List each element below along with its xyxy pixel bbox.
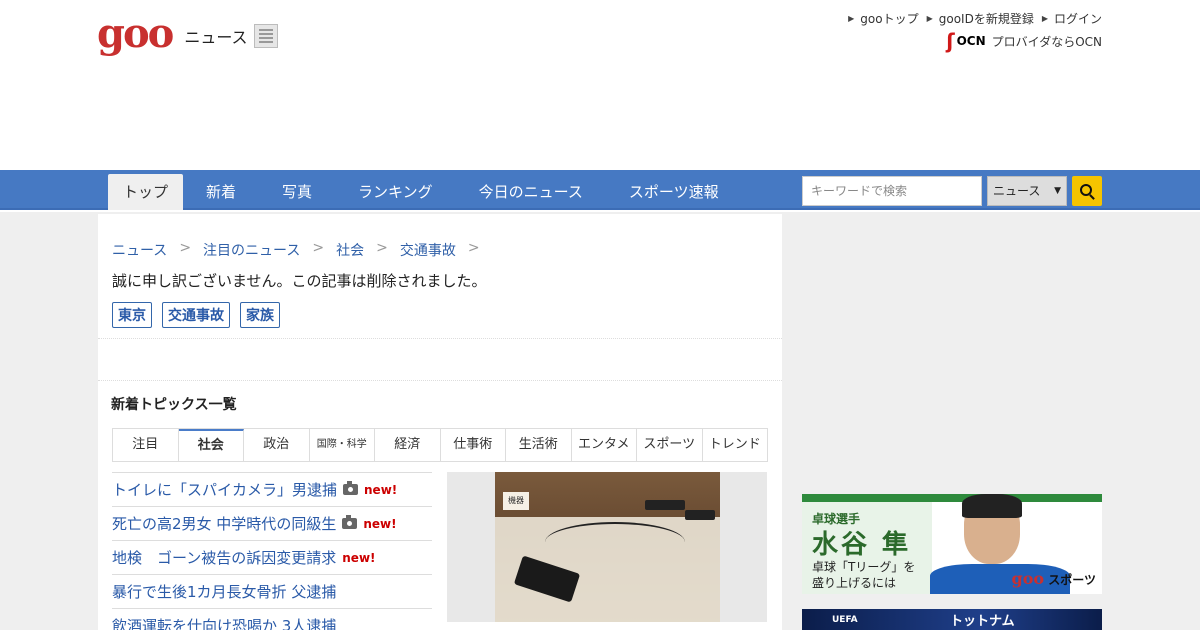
- ocn-mark-icon: ʃ: [946, 29, 955, 53]
- tab-trend[interactable]: トレンド: [703, 429, 768, 461]
- breadcrumb-news[interactable]: ニュース: [112, 240, 167, 260]
- goo-sports-logo: goo スポーツ: [1012, 569, 1096, 588]
- tab-sports[interactable]: スポーツ: [637, 429, 703, 461]
- sports-brand-text: スポーツ: [1048, 573, 1096, 587]
- uefa-ad-banner[interactable]: UEFA トットナム: [802, 609, 1102, 630]
- new-badge: new!: [364, 482, 398, 497]
- topic-title: トイレに「スパイカメラ」男逮捕: [112, 481, 338, 499]
- topic-item[interactable]: 飲酒運転を仕向け恐喝か 3人逮捕: [112, 608, 432, 630]
- topic-title: 死亡の高2男女 中学時代の同級生: [112, 515, 337, 533]
- nav-tab-top[interactable]: トップ: [108, 174, 184, 210]
- divider: [98, 338, 782, 339]
- tab-world-science[interactable]: 国際・科学: [310, 429, 375, 461]
- search-input[interactable]: [802, 176, 982, 206]
- camera-icon: [343, 481, 359, 495]
- player-hair: [962, 494, 1022, 518]
- breadcrumb: ニュース > 注目のニュース > 社会 > 交通事故 >: [112, 240, 492, 260]
- topic-list: トイレに「スパイカメラ」男逮捕 new! 死亡の高2男女 中学時代の同級生 ne…: [112, 472, 432, 630]
- nav-tab-today[interactable]: 今日のニュース: [456, 174, 606, 210]
- register-link[interactable]: ▶ gooIDを新規登録: [927, 10, 1034, 27]
- ocn-promo-text: プロバイダならOCN: [991, 34, 1102, 49]
- topic-title: 地検 ゴーン被告の訴因変更請求: [112, 549, 337, 567]
- search-button[interactable]: [1072, 176, 1102, 206]
- login-link[interactable]: ▶ ログイン: [1042, 10, 1102, 27]
- news-label: ニュース: [184, 28, 248, 47]
- device: [645, 500, 685, 510]
- search-icon: [1079, 183, 1092, 196]
- breadcrumb-society[interactable]: 社会: [336, 240, 364, 260]
- camera-icon: [342, 515, 358, 529]
- goo-top-label: gooトップ: [860, 12, 919, 26]
- topic-item[interactable]: トイレに「スパイカメラ」男逮捕 new!: [112, 472, 432, 506]
- tag-list: 東京 交通事故 家族: [112, 302, 290, 328]
- tag-traffic-accident[interactable]: 交通事故: [162, 302, 230, 328]
- search-scope-select[interactable]: ニュース ▼: [987, 176, 1067, 206]
- ad-stripe: [802, 494, 1102, 502]
- uefa-ad-title: トットナム: [950, 614, 1015, 629]
- topic-title: 暴行で生後1カ月長女骨折 父逮捕: [112, 583, 337, 601]
- tab-entertainment[interactable]: エンタメ: [572, 429, 637, 461]
- ad-desc-line1: 卓球「Tリーグ」を: [812, 560, 916, 574]
- search-scope-value: ニュース: [993, 184, 1041, 198]
- goo-top-link[interactable]: ▶ gooトップ: [848, 10, 918, 27]
- goo-logo-text: goo: [97, 10, 174, 57]
- ocn-logo: ʃ OCN: [946, 29, 986, 53]
- breadcrumb-featured[interactable]: 注目のニュース: [203, 240, 300, 260]
- breadcrumb-separator: >: [376, 240, 388, 256]
- register-label: gooIDを新規登録: [938, 12, 1034, 26]
- new-badge: new!: [363, 516, 397, 531]
- site-header: goo ニュース ▶ gooトップ ▶ gooIDを新規登録 ▶ ログイン ʃ OCN …: [0, 0, 1200, 170]
- deleted-notice: 誠に申し訳ございません。この記事は削除されました。: [112, 272, 487, 290]
- divider: [98, 380, 782, 381]
- photo-card-label: 機器: [503, 492, 529, 510]
- triangle-right-icon: ▶: [926, 14, 933, 23]
- nav-tab-photo[interactable]: 写真: [259, 174, 335, 210]
- topic-thumbnail[interactable]: 機器: [447, 472, 767, 622]
- ocn-promo-link[interactable]: ʃ OCN プロバイダならOCN: [946, 29, 1102, 53]
- tab-life[interactable]: 生活術: [506, 429, 572, 461]
- topic-title: 飲酒運転を仕向け恐喝か 3人逮捕: [112, 617, 337, 630]
- breadcrumb-traffic[interactable]: 交通事故: [400, 240, 456, 260]
- uefa-label: UEFA: [832, 615, 858, 625]
- dropdown-arrow-icon: ▼: [1054, 186, 1061, 196]
- breadcrumb-separator: >: [179, 240, 192, 256]
- goo-news-logo[interactable]: goo ニュース: [97, 14, 278, 54]
- news-photo: 機器: [495, 472, 720, 622]
- nav-tab-ranking[interactable]: ランキング: [335, 174, 456, 210]
- login-label: ログイン: [1053, 12, 1102, 26]
- ad-player-name: 水谷 隼: [812, 530, 912, 560]
- nav-tab-new[interactable]: 新着: [183, 174, 259, 210]
- ad-desc-line2: 盛り上げるには: [812, 576, 897, 590]
- ad-text-panel: 卓球選手 水谷 隼 卓球「Tリーグ」を 盛り上げるには: [802, 502, 932, 594]
- triangle-right-icon: ▶: [1041, 14, 1048, 23]
- tab-society[interactable]: 社会: [178, 429, 244, 461]
- global-nav: トップ 新着 写真 ランキング 今日のニュース スポーツ速報 ニュース ▼: [0, 170, 1200, 210]
- goo-logo-small: goo: [1011, 569, 1045, 588]
- topic-item[interactable]: 地検 ゴーン被告の訴因変更請求 new!: [112, 540, 432, 574]
- main-content: ニュース > 注目のニュース > 社会 > 交通事故 > 誠に申し訳ございません…: [98, 214, 782, 630]
- tab-featured[interactable]: 注目: [113, 429, 179, 461]
- top-links: ▶ gooトップ ▶ gooIDを新規登録 ▶ ログイン: [840, 10, 1102, 27]
- nav-tabs: トップ 新着 写真 ランキング 今日のニュース スポーツ速報: [108, 174, 742, 210]
- tag-family[interactable]: 家族: [240, 302, 280, 328]
- nav-tab-sports[interactable]: スポーツ速報: [606, 174, 742, 210]
- category-tabs: 注目 社会 政治 国際・科学 経済 仕事術 生活術 エンタメ スポーツ トレンド: [112, 428, 768, 462]
- device: [685, 510, 715, 520]
- tab-economy[interactable]: 経済: [375, 429, 441, 461]
- triangle-right-icon: ▶: [848, 14, 855, 23]
- breadcrumb-separator: >: [312, 240, 325, 256]
- breadcrumb-separator: >: [467, 240, 480, 256]
- tab-work[interactable]: 仕事術: [441, 429, 506, 461]
- tab-politics[interactable]: 政治: [244, 429, 310, 461]
- sports-ad-banner[interactable]: 卓球選手 水谷 隼 卓球「Tリーグ」を 盛り上げるには goo スポーツ: [802, 494, 1102, 594]
- new-badge: new!: [342, 550, 376, 565]
- topic-item[interactable]: 暴行で生後1カ月長女骨折 父逮捕: [112, 574, 432, 608]
- topic-item[interactable]: 死亡の高2男女 中学時代の同級生 new!: [112, 506, 432, 540]
- ocn-mark-text: OCN: [956, 34, 986, 48]
- cable: [545, 522, 685, 562]
- topics-title: 新着トピックス一覧: [111, 397, 237, 413]
- tag-tokyo[interactable]: 東京: [112, 302, 152, 328]
- newspaper-icon: [253, 24, 278, 48]
